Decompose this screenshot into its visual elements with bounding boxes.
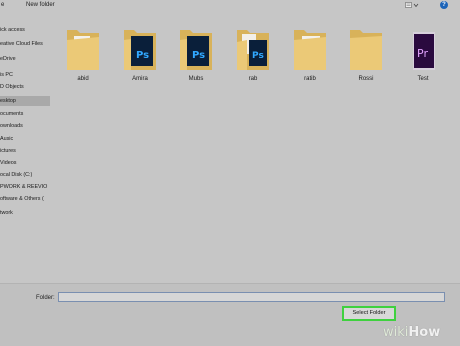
svg-text:Ps: Ps: [192, 50, 205, 61]
navigation-pane: ick access eative Cloud Files eDrive is …: [0, 25, 50, 228]
photoshop-folder-icon: Ps: [180, 30, 212, 70]
new-folder-button[interactable]: New folder: [26, 2, 55, 8]
folder-item-rossi[interactable]: Rossi: [340, 20, 392, 92]
sidebar-item-creative-cloud-files[interactable]: eative Cloud Files: [0, 39, 50, 49]
photoshop-image-folder-icon: Ps: [237, 30, 269, 70]
wikihow-watermark: wikiHow: [383, 325, 441, 340]
folder-label: Folder:: [36, 295, 55, 301]
sidebar-item-quick-access[interactable]: ick access: [0, 25, 50, 35]
folder-icon: [294, 30, 326, 70]
item-name: Mubs: [188, 76, 204, 82]
item-name: Amira: [132, 76, 148, 82]
sidebar-item-this-pc[interactable]: is PC: [0, 70, 50, 80]
sidebar-item-pictures[interactable]: ictures: [0, 146, 50, 156]
view-options-icon[interactable]: [405, 2, 419, 9]
select-folder-button[interactable]: Select Folder: [342, 306, 396, 321]
item-name: rab: [248, 76, 258, 82]
toolbar: e New folder ?: [0, 0, 460, 12]
sidebar-item-local-disk[interactable]: ocal Disk (C:): [0, 170, 50, 180]
sidebar-item-desktop[interactable]: esktop: [0, 96, 50, 106]
folder-item-ratib[interactable]: ratib: [284, 20, 336, 92]
folder-icon: [67, 30, 99, 70]
sidebar-item-drive-pwork[interactable]: PWORK & REEVIO: [0, 182, 50, 192]
sidebar-item-videos[interactable]: Videos: [0, 158, 50, 168]
svg-text:Ps: Ps: [252, 51, 264, 61]
item-name: Test: [417, 76, 429, 82]
folder-item-mubs[interactable]: Ps Mubs: [170, 20, 222, 92]
sidebar-item-downloads[interactable]: ownloads: [0, 121, 50, 131]
item-name: abid: [77, 76, 89, 82]
sidebar-item-drive-software[interactable]: oftware & Others (: [0, 194, 50, 204]
item-name: ratib: [304, 76, 316, 82]
folder-item-amira[interactable]: Ps Amira: [114, 20, 166, 92]
sidebar-item-onedrive[interactable]: eDrive: [0, 54, 50, 64]
select-folder-dialog: e New folder ? ick access eative Cloud F…: [0, 0, 460, 346]
sidebar-item-music[interactable]: Ausic: [0, 134, 50, 144]
folder-item-test[interactable]: Pr Test: [397, 20, 449, 92]
photoshop-folder-icon: Ps: [124, 30, 156, 70]
folder-name-input[interactable]: [58, 292, 445, 302]
item-name: Rossi: [358, 76, 374, 82]
sidebar-item-3d-objects[interactable]: D Objects: [0, 82, 50, 92]
file-list: abid Ps Amira Ps Mubs Ps rab ratib Rossi…: [52, 12, 460, 282]
organize-menu[interactable]: e: [1, 2, 4, 8]
svg-text:Pr: Pr: [417, 47, 428, 60]
svg-text:Ps: Ps: [136, 50, 149, 61]
folder-item-rab[interactable]: Ps rab: [227, 20, 279, 92]
folder-icon: [350, 30, 382, 70]
help-icon[interactable]: ?: [440, 1, 448, 9]
folder-item-abid[interactable]: abid: [57, 20, 109, 92]
sidebar-item-network[interactable]: twork: [0, 208, 50, 218]
sidebar-item-documents[interactable]: ocuments: [0, 109, 50, 119]
premiere-icon: Pr: [413, 32, 435, 70]
